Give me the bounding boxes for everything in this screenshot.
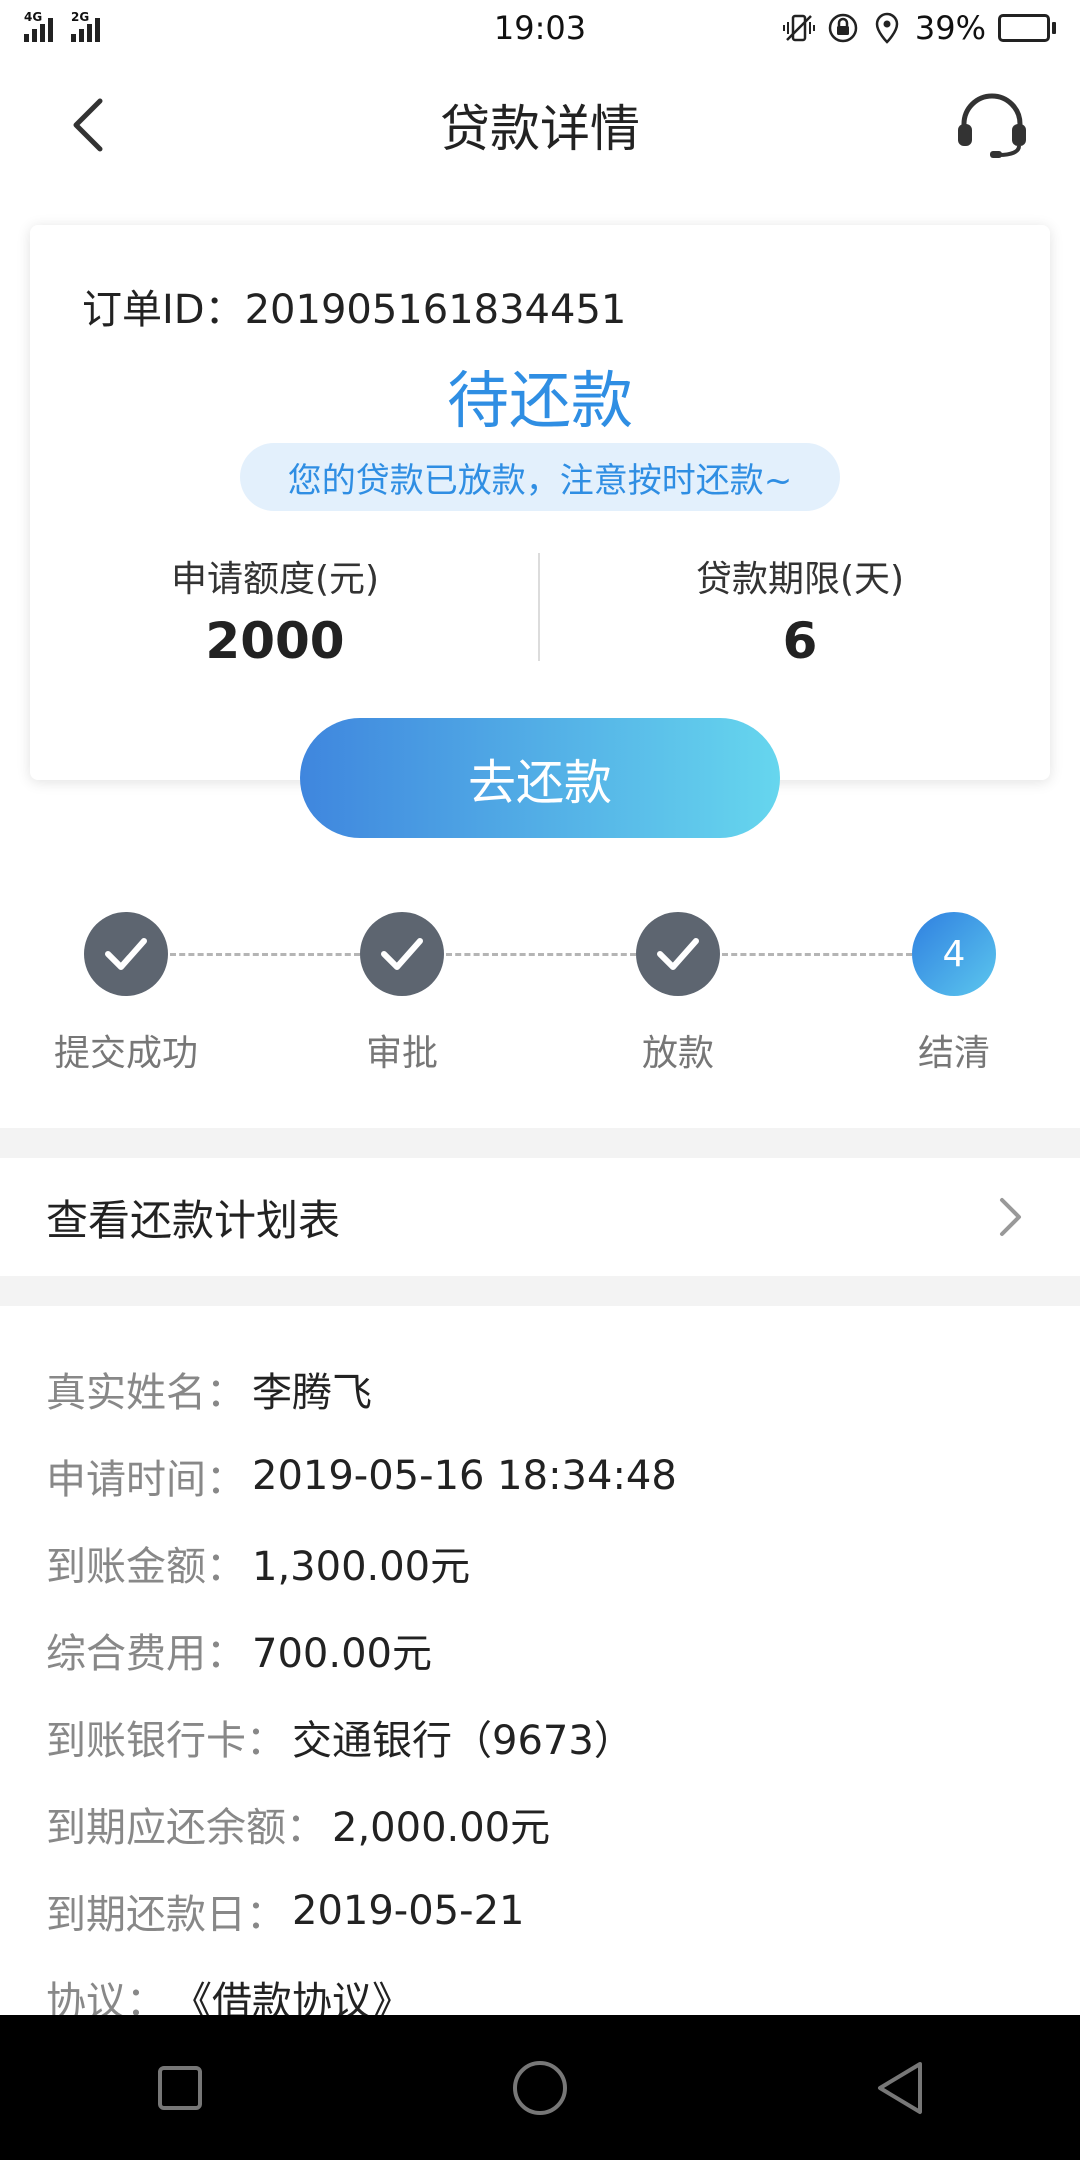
order-id-value: 201905161834451 — [244, 287, 627, 333]
section-divider — [0, 1128, 1080, 1158]
recent-apps-icon — [158, 2065, 202, 2110]
info-row-received-amount: 到账金额： 1,300.00元 — [46, 1519, 1046, 1606]
info-value: 1,300.00元 — [252, 1543, 471, 1590]
order-id-label: 订单ID： — [82, 287, 245, 333]
step-label: 提交成功 — [53, 1033, 198, 1074]
info-row-bank-card: 到账银行卡： 交通银行（9673） — [46, 1693, 1046, 1780]
recent-apps-button[interactable] — [140, 2048, 220, 2128]
amount-stat: 申请额度(元) 2000 — [75, 550, 475, 670]
repayment-plan-label: 查看还款计划表 — [46, 1195, 341, 1245]
step-submitted: 提交成功 — [16, 912, 236, 1076]
loan-status: 待还款 — [446, 364, 633, 437]
nav-back-button[interactable] — [860, 2048, 940, 2128]
info-key: 真实姓名： — [46, 1369, 246, 1416]
status-bar: 4G 2G 19:03 39% — [0, 0, 1080, 56]
home-button[interactable] — [500, 2048, 580, 2128]
info-value: 李腾飞 — [252, 1369, 372, 1416]
battery-icon — [998, 14, 1056, 42]
back-button[interactable] — [60, 95, 120, 155]
term-value: 6 — [782, 612, 818, 670]
loan-progress-steps: 提交成功 审批 放款 4 结清 — [0, 912, 1080, 1074]
info-value: 2,000.00元 — [332, 1804, 551, 1851]
back-icon — [878, 2061, 922, 2114]
step-number: 4 — [942, 933, 966, 975]
loan-info-list: 真实姓名： 李腾飞 申请时间： 2019-05-16 18:34:48 到账金额… — [46, 1345, 1046, 2041]
checkmark-icon — [657, 938, 699, 970]
system-nav-bar — [0, 2015, 1080, 2160]
info-row-apply-time: 申请时间： 2019-05-16 18:34:48 — [46, 1432, 1046, 1519]
info-row-due-balance: 到期应还余额： 2,000.00元 — [46, 1780, 1046, 1867]
step-label: 结清 — [917, 1033, 990, 1074]
chevron-right-icon — [1000, 1198, 1021, 1236]
term-stat: 贷款期限(天) 6 — [600, 550, 1000, 670]
step-done-circle — [360, 912, 444, 996]
step-label: 审批 — [365, 1033, 438, 1074]
headset-icon — [958, 93, 1026, 158]
info-value: 2019-05-16 18:34:48 — [252, 1452, 677, 1499]
title-bar: 贷款详情 — [0, 70, 1080, 180]
checkmark-icon — [105, 938, 147, 970]
info-value: 2019-05-21 — [292, 1887, 525, 1934]
info-value: 700.00元 — [252, 1630, 432, 1677]
step-settled: 4 结清 — [844, 912, 1064, 1076]
step-disbursed: 放款 — [568, 912, 788, 1076]
info-key: 到期应还余额： — [46, 1804, 326, 1851]
term-label: 贷款期限(天) — [695, 559, 905, 600]
info-key: 综合费用： — [46, 1630, 246, 1677]
step-current-circle: 4 — [912, 912, 996, 996]
order-id-row: 订单ID：201905161834451 — [82, 277, 626, 335]
chevron-left-icon — [73, 98, 103, 152]
info-row-name: 真实姓名： 李腾飞 — [46, 1345, 1046, 1432]
amount-label: 申请额度(元) — [170, 559, 380, 600]
stat-divider — [538, 553, 540, 661]
info-key: 到期还款日： — [46, 1891, 286, 1938]
customer-service-button[interactable] — [954, 92, 1030, 158]
info-key: 到账银行卡： — [46, 1717, 286, 1764]
loan-notice: 您的贷款已放款，注意按时还款~ — [240, 443, 840, 511]
section-divider — [0, 1276, 1080, 1306]
status-time: 19:03 — [493, 9, 587, 47]
page-title: 贷款详情 — [440, 100, 640, 158]
info-key: 到账金额： — [46, 1543, 246, 1590]
step-label: 放款 — [641, 1033, 714, 1074]
repayment-plan-row[interactable]: 查看还款计划表 — [0, 1158, 1080, 1276]
checkmark-icon — [381, 938, 423, 970]
home-icon — [513, 2060, 567, 2115]
amount-value: 2000 — [205, 612, 345, 670]
loan-card: 订单ID：201905161834451 待还款 您的贷款已放款，注意按时还款~… — [30, 225, 1050, 780]
step-approval: 审批 — [292, 912, 512, 1076]
step-done-circle — [636, 912, 720, 996]
info-row-due-date: 到期还款日： 2019-05-21 — [46, 1867, 1046, 1954]
info-row-fees: 综合费用： 700.00元 — [46, 1606, 1046, 1693]
repay-button[interactable]: 去还款 — [300, 718, 780, 838]
info-value: 交通银行（9673） — [292, 1717, 634, 1764]
step-done-circle — [84, 912, 168, 996]
info-key: 申请时间： — [46, 1456, 246, 1503]
